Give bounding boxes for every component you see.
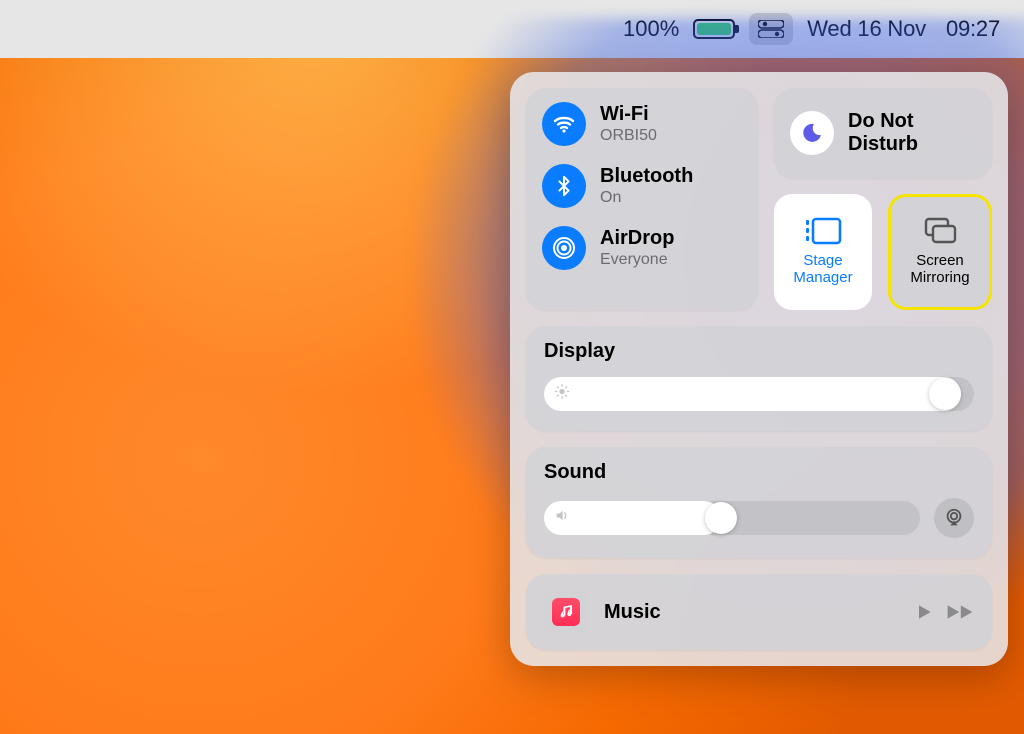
display-slider-thumb[interactable] xyxy=(929,378,961,410)
music-artwork xyxy=(544,590,588,634)
now-playing-title: Music xyxy=(604,601,898,624)
airdrop-icon xyxy=(542,226,586,270)
now-playing-tile[interactable]: Music xyxy=(526,574,992,650)
stage-manager-tile[interactable]: Stage Manager xyxy=(774,194,872,310)
display-title: Display xyxy=(544,340,974,363)
connectivity-tile: Wi-Fi ORBI50 Bluetooth On xyxy=(526,88,758,310)
bluetooth-icon xyxy=(542,164,586,208)
music-controls xyxy=(914,602,974,622)
airplay-icon xyxy=(943,507,965,529)
sound-tile: Sound xyxy=(526,447,992,558)
airdrop-title: AirDrop xyxy=(600,227,674,250)
sound-slider[interactable] xyxy=(544,501,920,535)
mini-tiles-row: Stage Manager Screen Mirroring xyxy=(774,194,992,310)
display-tile: Display xyxy=(526,326,992,431)
bluetooth-toggle[interactable]: Bluetooth On xyxy=(542,164,742,208)
play-icon[interactable] xyxy=(914,602,934,622)
cc-top-row: Wi-Fi ORBI50 Bluetooth On xyxy=(526,88,992,310)
sound-slider-fill xyxy=(544,501,721,535)
airdrop-subtitle: Everyone xyxy=(600,251,674,269)
screen-mirroring-tile[interactable]: Screen Mirroring xyxy=(888,194,992,310)
cc-right-column: Do Not Disturb Stage Manager xyxy=(774,88,992,310)
sound-slider-thumb[interactable] xyxy=(705,502,737,534)
volume-icon xyxy=(554,508,570,529)
control-center-panel: Wi-Fi ORBI50 Bluetooth On xyxy=(510,72,1008,666)
stage-manager-icon xyxy=(803,216,843,246)
wifi-text: Wi-Fi ORBI50 xyxy=(600,103,657,145)
airdrop-text: AirDrop Everyone xyxy=(600,227,674,269)
wifi-toggle[interactable]: Wi-Fi ORBI50 xyxy=(542,102,742,146)
wifi-title: Wi-Fi xyxy=(600,103,657,126)
focus-tile[interactable]: Do Not Disturb xyxy=(774,88,992,178)
bluetooth-text: Bluetooth On xyxy=(600,165,693,207)
focus-title: Do Not Disturb xyxy=(848,110,976,156)
wifi-icon xyxy=(542,102,586,146)
display-slider-fill xyxy=(544,377,961,411)
brightness-icon xyxy=(554,384,570,405)
sound-title: Sound xyxy=(544,461,974,484)
airdrop-toggle[interactable]: AirDrop Everyone xyxy=(542,226,742,270)
airplay-audio-button[interactable] xyxy=(934,498,974,538)
stage-manager-label: Stage Manager xyxy=(793,252,852,287)
bluetooth-subtitle: On xyxy=(600,189,693,207)
bluetooth-title: Bluetooth xyxy=(600,165,693,188)
screen-mirroring-icon xyxy=(920,216,960,246)
display-slider[interactable] xyxy=(544,377,974,411)
moon-icon xyxy=(790,111,834,155)
wifi-subtitle: ORBI50 xyxy=(600,127,657,145)
screen-mirroring-label: Screen Mirroring xyxy=(910,252,969,287)
music-app-icon xyxy=(552,598,580,626)
next-track-icon[interactable] xyxy=(946,602,974,622)
